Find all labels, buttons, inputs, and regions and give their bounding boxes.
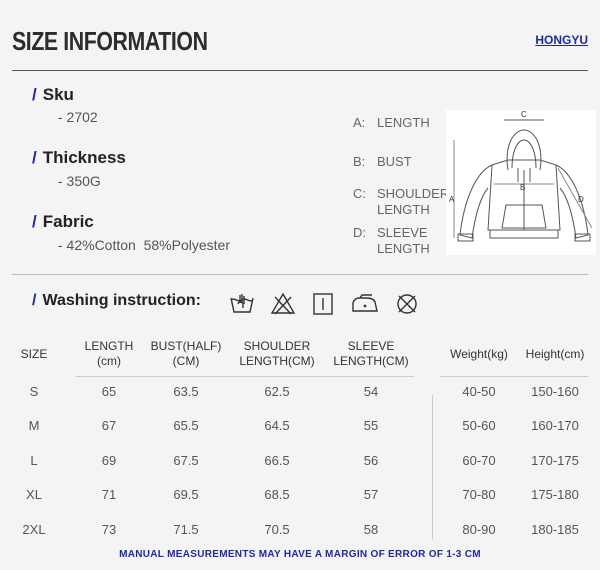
cell-size: XL [26,487,42,502]
cell-sleeve: 56 [363,453,379,468]
cell-sleeve: 57 [363,487,379,502]
measurement-disclaimer: MANUAL MEASUREMENTS MAY HAVE A MARGIN OF… [119,549,481,560]
sku-value: - 2702 [58,109,98,125]
col-header-sleeve-title: SLEEVE [347,339,395,353]
size-info-page: SIZE INFORMATION HONGYU / Sku - 2702 / Thi… [0,0,600,570]
cell-shoulder: 70.5 [264,522,290,537]
diagram-label-b: B [520,183,525,192]
washing-label: Washing instruction: [42,292,201,309]
cell-shoulder: 66.5 [264,453,290,468]
dimension-key: B: [353,154,366,169]
diagram-label-d: D [578,195,584,204]
thickness-label-row: / Thickness [32,148,126,168]
col-header-length-title: LENGTH [84,339,134,353]
line-dry-icon [310,292,336,316]
cell-bust: 65.5 [173,418,199,433]
col-header-length-unit: (cm) [97,354,121,368]
cell-bust: 69.5 [173,487,199,502]
cell-weight: 50-60 [462,418,496,433]
col-header-shoulder-title: SHOULDER [243,339,311,353]
col-header-bust-unit: (CM) [172,354,200,368]
slash-marker: / [32,148,37,167]
cell-length: 67 [101,418,117,433]
cell-weight: 80-90 [462,522,496,537]
dimension-key: D: [353,225,366,240]
cell-height: 160-170 [531,418,579,433]
cell-weight: 60-70 [462,453,496,468]
col-header-bust: BUST(HALF) (CM) [144,339,228,369]
slash-marker: / [32,292,37,309]
sku-label: Sku [42,85,74,104]
sku-label-row: / Sku [32,85,74,105]
cell-size: 2XL [22,522,46,537]
do-not-dry-clean-icon [394,292,420,316]
dimension-label: SHOULDER LENGTH [377,186,450,217]
cell-shoulder: 64.5 [264,418,290,433]
thickness-value: - 350G [58,173,101,189]
cell-size: L [30,453,38,468]
col-header-bust-title: BUST(HALF) [150,339,222,353]
cell-size: M [28,418,40,433]
brand-link[interactable]: HONGYU [535,33,588,47]
cell-sleeve: 58 [363,522,379,537]
cell-bust: 63.5 [173,384,199,399]
cell-sleeve: 54 [363,384,379,399]
cell-weight: 40-50 [462,384,496,399]
cell-shoulder: 62.5 [264,384,290,399]
iron-icon [350,292,380,316]
header-underline-right [440,376,588,377]
cell-sleeve: 55 [363,418,379,433]
diagram-label-c: C [521,110,527,119]
washing-icons [228,292,420,316]
col-header-weight: Weight(kg) [450,347,508,361]
cell-height: 180-185 [531,522,579,537]
cell-height: 150-160 [531,384,579,399]
diagram-label-a: A [449,195,455,204]
thickness-label: Thickness [42,148,126,167]
cell-length: 73 [101,522,117,537]
dimension-label: LENGTH [377,115,430,130]
col-header-size: SIZE [20,347,48,361]
col-header-shoulder-unit: LENGTH(CM) [239,354,315,368]
dimension-key: C: [353,186,366,201]
fabric-value: - 42%Cotton 58%Polyester [58,237,230,253]
dimension-key: A: [353,115,366,130]
cell-height: 170-175 [531,453,579,468]
col-header-sleeve: SLEEVE LENGTH(CM) [326,339,416,369]
fabric-label: Fabric [42,212,94,231]
cell-length: 69 [101,453,117,468]
do-not-bleach-icon [270,292,296,316]
cell-length: 65 [101,384,117,399]
dimension-label: SLEEVE LENGTH [377,225,430,256]
header-underline-left [76,376,414,377]
cell-size: S [29,384,39,399]
slash-marker: / [32,85,37,104]
hand-wash-icon [228,292,256,316]
cell-bust: 71.5 [173,522,199,537]
header-divider [12,70,588,71]
hoodie-sketch: C A B D [449,110,593,242]
hoodie-diagram: C A B D [446,110,596,255]
cell-bust: 67.5 [173,453,199,468]
cell-shoulder: 68.5 [264,487,290,502]
page-title: SIZE INFORMATION [12,26,208,56]
col-header-sleeve-unit: LENGTH(CM) [333,354,409,368]
cell-height: 175-180 [531,487,579,502]
cell-weight: 70-80 [462,487,496,502]
fabric-label-row: / Fabric [32,212,94,232]
cell-length: 71 [101,487,117,502]
dimension-label: BUST [377,154,412,169]
col-header-height: Height(cm) [525,347,585,361]
washing-label-row: / Washing instruction: [32,292,201,310]
slash-marker: / [32,212,37,231]
column-divider [432,395,433,540]
col-header-shoulder: SHOULDER LENGTH(CM) [232,339,322,369]
col-header-length: LENGTH (cm) [74,339,144,369]
